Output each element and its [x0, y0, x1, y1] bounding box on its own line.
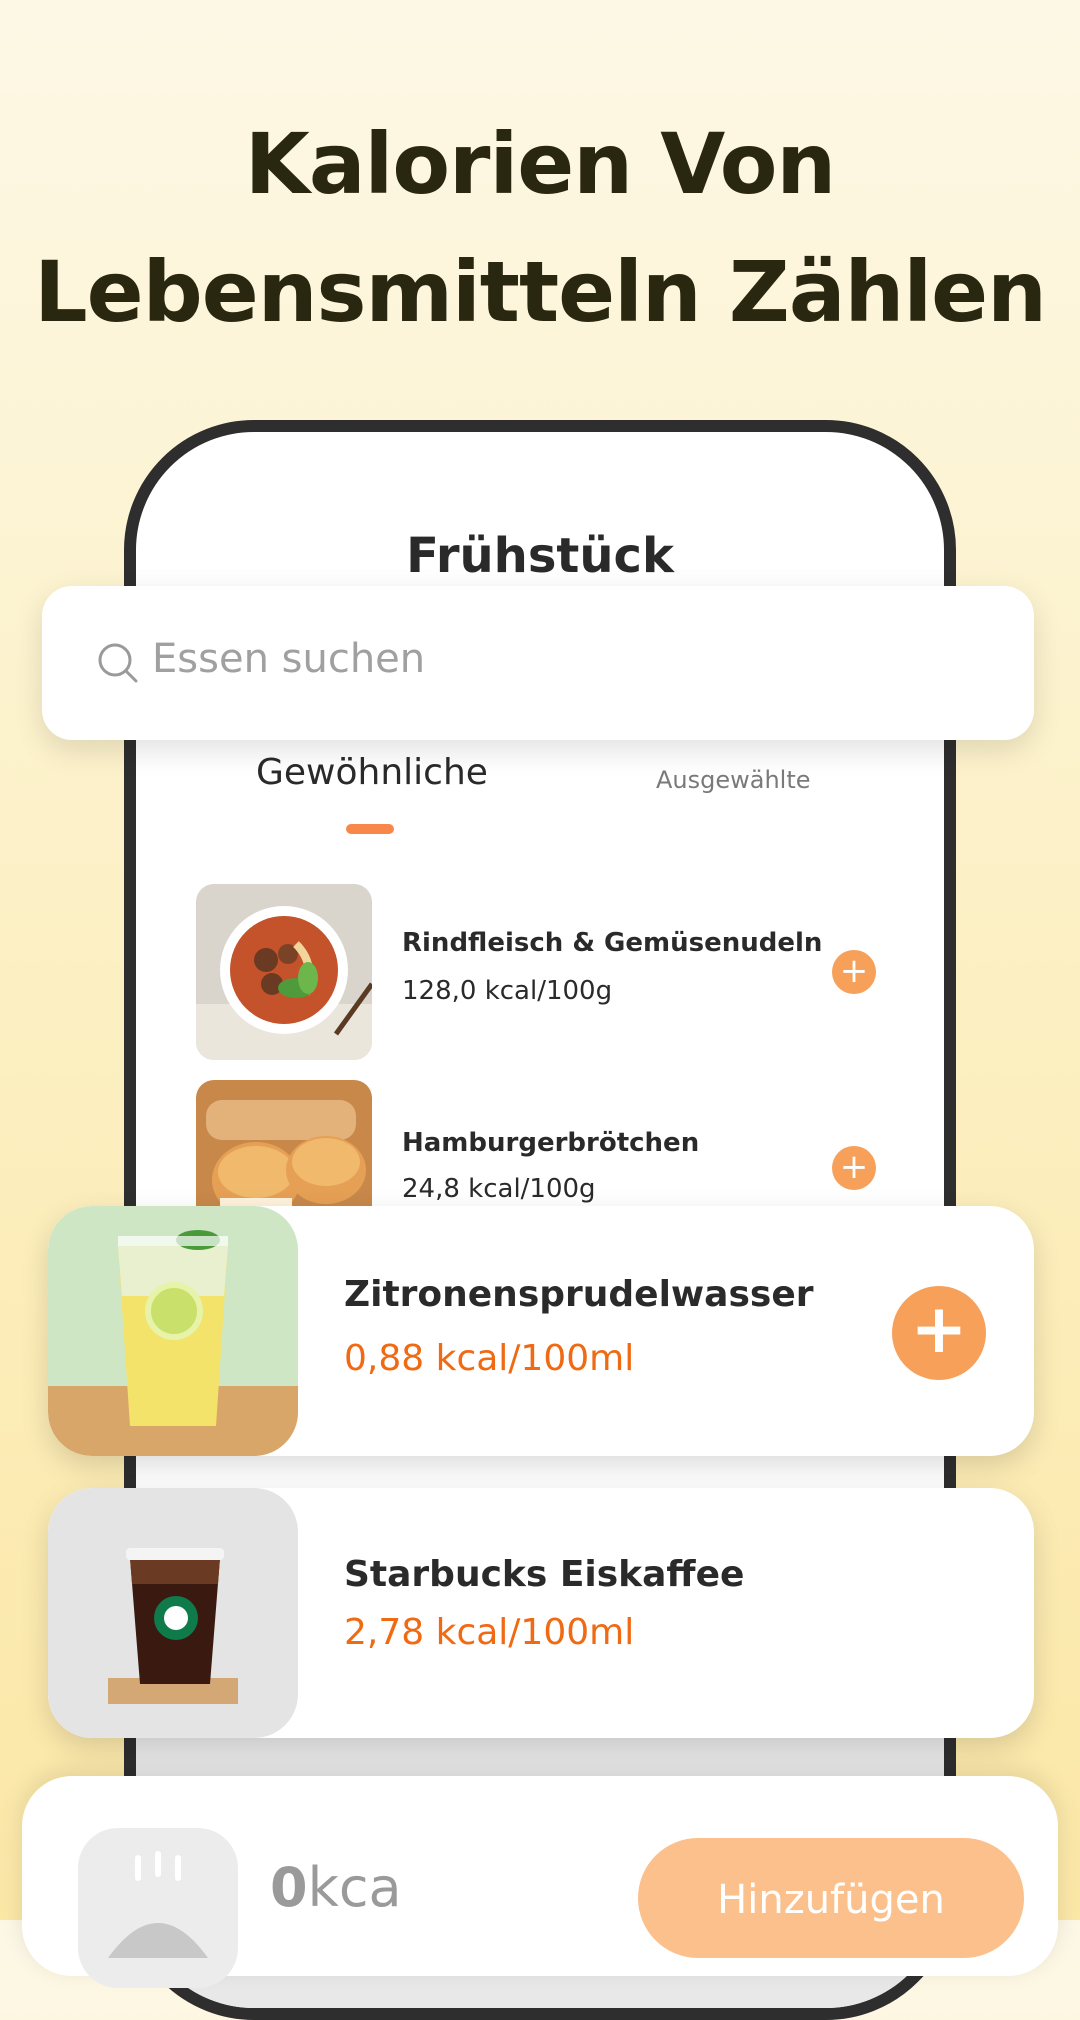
- total-kcal: 0kca: [270, 1856, 402, 1919]
- food-name: Hamburgerbrötchen: [402, 1128, 700, 1158]
- total-kcal-value: 0: [270, 1856, 308, 1919]
- tab-selected[interactable]: Ausgewählte: [656, 766, 811, 794]
- food-card[interactable]: Starbucks Eiskaffee 2,78 kcal/100ml: [48, 1488, 1034, 1738]
- food-card[interactable]: Zitronensprudelwasser 0,88 kcal/100ml +: [48, 1206, 1034, 1456]
- tab-common[interactable]: Gewöhnliche: [256, 752, 488, 793]
- food-name: Rindfleisch & Gemüsenudeln: [402, 928, 823, 958]
- total-kcal-unit: kca: [307, 1856, 402, 1919]
- card-food-kcal: 2,78 kcal/100ml: [344, 1612, 635, 1653]
- iced-coffee-image: [48, 1488, 298, 1738]
- card-food-kcal: 0,88 kcal/100ml: [344, 1338, 635, 1379]
- add-button[interactable]: Hinzufügen: [638, 1838, 1024, 1958]
- screen-title: Frühstück: [406, 528, 674, 584]
- search-bar[interactable]: Essen suchen: [42, 586, 1034, 740]
- search-icon: [96, 641, 140, 685]
- active-tab-indicator: [346, 824, 394, 834]
- plus-icon[interactable]: +: [832, 950, 876, 994]
- headline: Kalorien Von Lebensmitteln Zählen: [0, 100, 1080, 356]
- plate-icon: [78, 1828, 238, 1988]
- food-kcal: 128,0 kcal/100g: [402, 976, 613, 1006]
- card-food-name: Zitronensprudelwasser: [344, 1274, 814, 1315]
- search-input[interactable]: Essen suchen: [152, 636, 425, 682]
- plus-icon[interactable]: +: [832, 1146, 876, 1190]
- headline-line-1: Kalorien Von: [244, 115, 836, 213]
- card-food-name: Starbucks Eiskaffee: [344, 1554, 745, 1595]
- plus-icon[interactable]: +: [892, 1286, 986, 1380]
- lemon-soda-image: [48, 1206, 298, 1456]
- bottom-bar: 0kca Hinzufügen: [22, 1776, 1058, 1988]
- food-kcal: 24,8 kcal/100g: [402, 1174, 596, 1204]
- food-list-item[interactable]: Rindfleisch & Gemüsenudeln 128,0 kcal/10…: [196, 884, 916, 1060]
- headline-line-2: Lebensmitteln Zählen: [34, 243, 1047, 341]
- noodle-bowl-image: [196, 884, 372, 1060]
